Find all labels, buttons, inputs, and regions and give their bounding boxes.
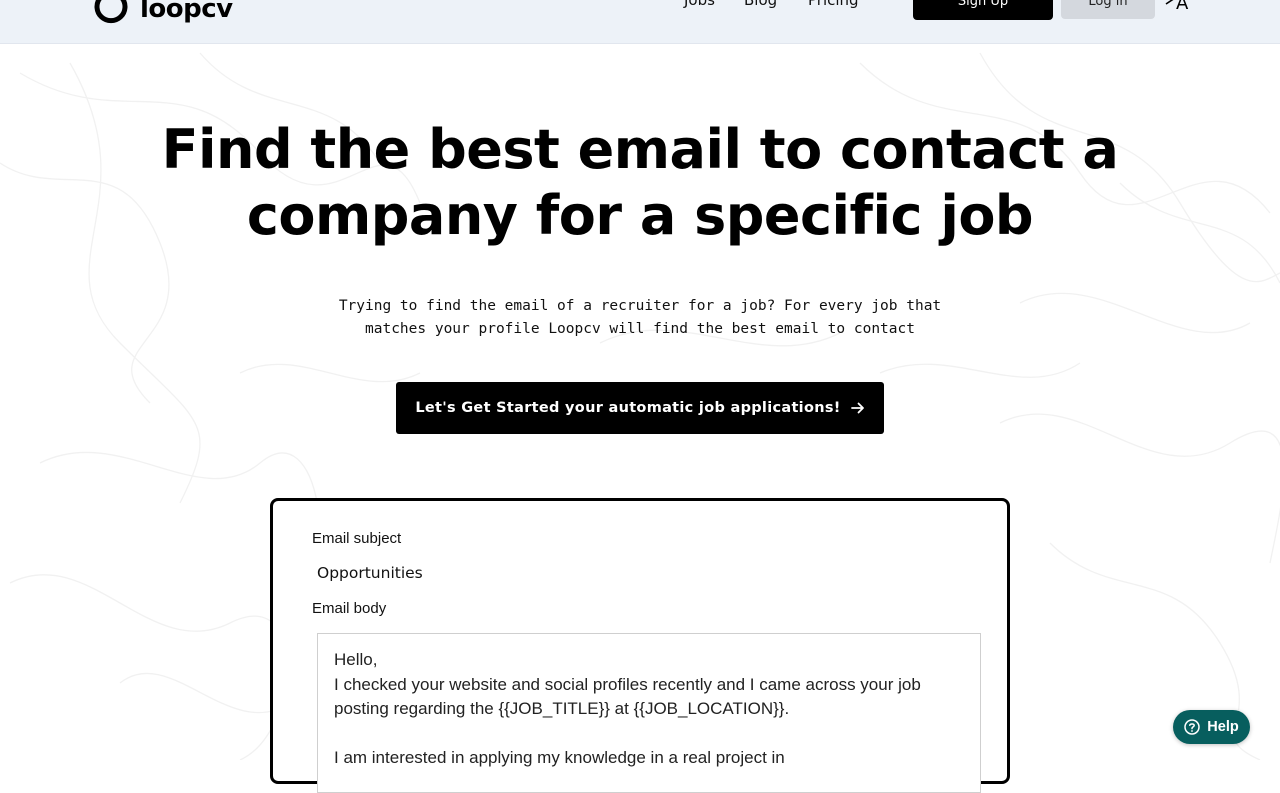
login-button[interactable]: Log in (1061, 0, 1155, 19)
email-body-line: I am interested in applying my knowledge… (334, 748, 785, 767)
nav-link-jobs[interactable]: Jobs (684, 0, 715, 9)
hero-title: Find the best email to contact a company… (161, 118, 1119, 247)
help-label: Help (1207, 719, 1239, 735)
email-body-label: Email body (312, 600, 387, 617)
help-button[interactable]: Help (1173, 710, 1250, 744)
language-label[interactable]: A (1176, 0, 1188, 14)
top-header: loopcv Jobs Blog Pricing Sign Up Log in … (0, 0, 1280, 44)
hero-subtitle: Trying to find the email of a recruiter … (338, 298, 942, 337)
arrow-right-icon (850, 401, 865, 415)
email-body-line: Hello, (334, 650, 378, 669)
email-preview-card: Email subject Opportunities Email body H… (270, 498, 1010, 793)
nav-link-blog[interactable]: Blog (744, 0, 777, 9)
signup-button[interactable]: Sign Up (913, 0, 1053, 20)
logo-text: loopcv (140, 0, 233, 24)
question-circle-icon (1184, 719, 1201, 735)
email-body-textarea[interactable]: Hello, I checked your website and social… (317, 633, 981, 793)
logo[interactable]: loopcv (92, 0, 233, 28)
get-started-button[interactable]: Let's Get Started your automatic job app… (396, 382, 884, 434)
email-body-blank-line (334, 722, 964, 747)
get-started-label: Let's Get Started your automatic job app… (415, 400, 841, 416)
email-subject-value: Opportunities (317, 564, 423, 582)
email-subject-label: Email subject (312, 530, 402, 547)
loop-logo-icon (94, 0, 128, 24)
nav-link-pricing[interactable]: Pricing (808, 0, 859, 9)
email-body-line: I checked your website and social profil… (334, 674, 921, 719)
